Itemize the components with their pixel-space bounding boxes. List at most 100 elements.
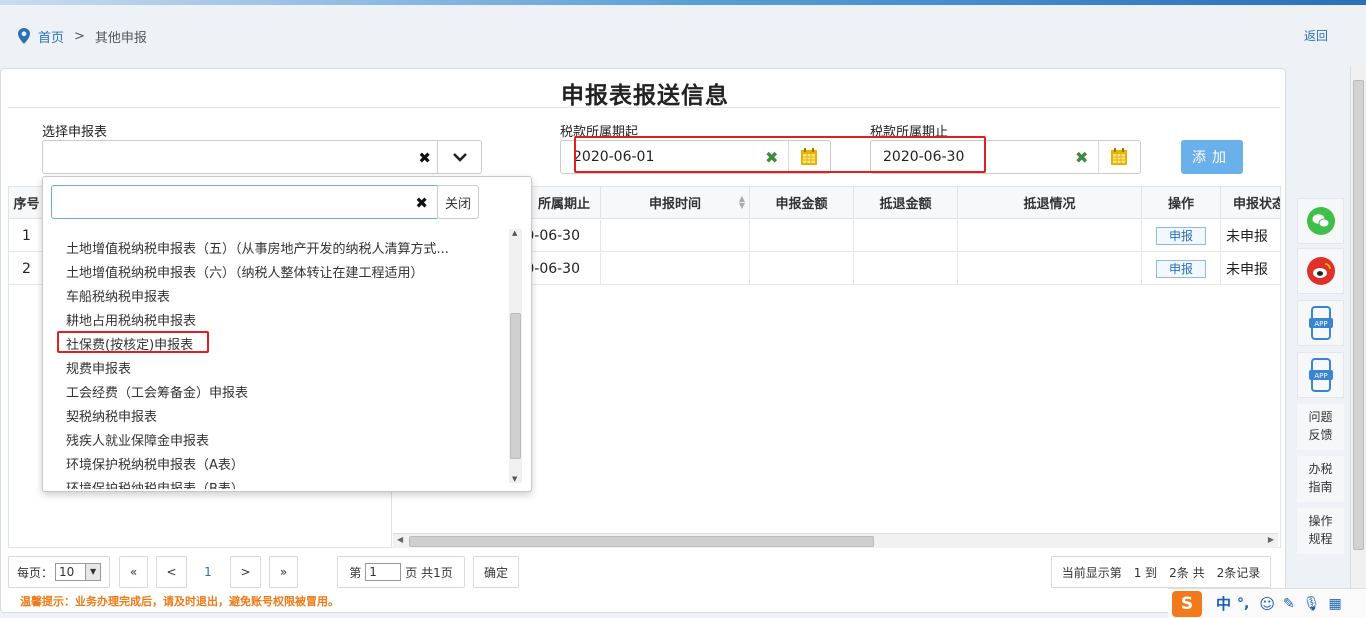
calendar-icon[interactable] bbox=[1111, 148, 1127, 165]
list-item[interactable]: 环境保护税纳税申报表（A表） bbox=[66, 454, 244, 473]
date-divider bbox=[1098, 141, 1099, 173]
time-cell bbox=[601, 253, 750, 285]
list-item[interactable]: 土地增值税纳税申报表（六）（纳税人整体转让在建工程适用） bbox=[66, 262, 424, 281]
dropdown-scroll-thumb[interactable] bbox=[510, 313, 521, 459]
mobile-app-icon: APP bbox=[1308, 358, 1333, 392]
page-input[interactable]: 1 bbox=[365, 563, 402, 581]
prev-page-button[interactable]: < bbox=[156, 556, 187, 588]
sort-icon[interactable]: ▲ ▼ bbox=[739, 195, 745, 210]
dropdown-scrollbar[interactable]: ▲ ▼ bbox=[509, 229, 522, 483]
tax-guide-link[interactable]: 办税 指南 bbox=[1297, 456, 1344, 502]
per-page-select[interactable]: 10 ▼ bbox=[55, 563, 102, 581]
list-item[interactable]: 残疾人就业保障金申报表 bbox=[66, 430, 209, 449]
first-page-button[interactable]: « bbox=[119, 556, 148, 588]
weibo-icon bbox=[1306, 257, 1335, 285]
item-highlight-box bbox=[57, 331, 209, 353]
dropdown-toggle[interactable] bbox=[437, 141, 481, 173]
weibo-button[interactable] bbox=[1297, 248, 1344, 294]
clear-end-date-icon[interactable]: ✖ bbox=[1075, 148, 1088, 167]
per-page-control: 每页： 10 ▼ bbox=[8, 556, 110, 588]
page-vertical-scrollbar[interactable] bbox=[1350, 66, 1366, 618]
dropdown-list: 土地增值税纳税申报表（五）（从事房地产开发的纳税人清算方式... 土地增值税纳税… bbox=[43, 227, 513, 489]
top-banner bbox=[0, 0, 1366, 5]
ime-mode-toggle[interactable]: 中 bbox=[1216, 593, 1231, 614]
confirm-page-button[interactable]: 确定 bbox=[473, 556, 519, 588]
breadcrumb-home-link[interactable]: 首页 bbox=[38, 27, 64, 46]
back-link[interactable]: 返回 bbox=[1304, 27, 1328, 44]
location-pin-icon bbox=[18, 28, 30, 44]
next-page-button[interactable]: > bbox=[230, 556, 261, 588]
clear-selection-icon[interactable]: ✖ bbox=[418, 149, 431, 167]
time-cell bbox=[601, 220, 750, 252]
col-header-refund: 抵退金额 bbox=[854, 187, 958, 219]
wechat-button[interactable] bbox=[1297, 198, 1344, 244]
current-page-number[interactable]: 1 bbox=[193, 556, 223, 588]
col-header-operation: 操作 bbox=[1142, 187, 1221, 219]
report-dropdown-panel: ✖ 关闭 土地增值税纳税申报表（五）（从事房地产开发的纳税人清算方式... 土地… bbox=[42, 176, 532, 492]
col-header-time[interactable]: 申报时间 ▲ ▼ bbox=[601, 187, 750, 219]
list-item[interactable]: 环境保护税纳税申报表（B表） bbox=[66, 478, 244, 489]
amount-cell bbox=[750, 253, 854, 285]
list-item[interactable]: 车船税纳税申报表 bbox=[66, 286, 170, 305]
declare-button[interactable]: 申报 bbox=[1156, 259, 1206, 278]
operation-cell: 申报 bbox=[1142, 253, 1221, 285]
report-select[interactable]: ✖ bbox=[42, 140, 482, 174]
per-page-value: 10 bbox=[59, 565, 75, 579]
add-button[interactable]: 添加 bbox=[1181, 140, 1243, 174]
scroll-right-arrow-icon[interactable]: ▶ bbox=[1268, 535, 1274, 544]
sogou-logo-icon[interactable]: S bbox=[1172, 590, 1202, 617]
table-horizontal-scrollbar[interactable]: ◀ ▶ bbox=[393, 533, 1278, 548]
page-scroll-thumb[interactable] bbox=[1353, 80, 1364, 550]
microphone-icon[interactable]: 🎙 bbox=[1303, 596, 1321, 612]
operation-rules-link[interactable]: 操作 规程 bbox=[1297, 508, 1344, 554]
mobile-app-icon: APP bbox=[1308, 306, 1333, 340]
page-prefix: 第 bbox=[349, 565, 362, 580]
list-item[interactable]: 契税纳税申报表 bbox=[66, 406, 157, 425]
list-item[interactable]: 工会经费（工会筹备金）申报表 bbox=[66, 382, 248, 401]
status-cell: 未申报 bbox=[1221, 253, 1280, 285]
seq-cell: 2 bbox=[9, 253, 45, 285]
per-page-label: 每页： bbox=[17, 565, 54, 580]
operation-cell: 申报 bbox=[1142, 220, 1221, 252]
last-page-button[interactable]: » bbox=[269, 556, 298, 588]
handwriting-icon[interactable]: ✎ bbox=[1283, 596, 1295, 612]
app-badge-text: APP bbox=[1314, 372, 1327, 380]
warning-tip: 温馨提示：业务办理完成后，请及时退出，避免账号权限被冒用。 bbox=[20, 595, 339, 608]
chevron-down-icon bbox=[452, 153, 467, 162]
col-header-amount: 申报金额 bbox=[750, 187, 854, 219]
page-jump-control: 第 1 页 共1页 bbox=[337, 556, 465, 588]
clear-search-icon[interactable]: ✖ bbox=[415, 194, 428, 212]
refund-status-cell bbox=[958, 253, 1142, 285]
ime-toolbar: S 中 °, ☺ ✎ 🎙 ▦ bbox=[1168, 588, 1366, 618]
app-download-button-2[interactable]: APP bbox=[1297, 352, 1344, 398]
app-badge-text: APP bbox=[1314, 320, 1327, 328]
record-summary: 当前显示第 1 到 2条 共 2条记录 bbox=[1051, 556, 1271, 588]
app-download-button[interactable]: APP bbox=[1297, 300, 1344, 346]
scroll-down-arrow-icon[interactable]: ▼ bbox=[512, 475, 517, 483]
breadcrumb: 首页 > 其他申报 bbox=[18, 26, 147, 46]
select-arrow-icon[interactable]: ▼ bbox=[85, 564, 101, 580]
list-item[interactable]: 规费申报表 bbox=[66, 358, 131, 377]
seq-cell: 1 bbox=[9, 220, 45, 252]
breadcrumb-current: 其他申报 bbox=[94, 30, 147, 46]
col-header-time-label: 申报时间 bbox=[648, 197, 701, 212]
page-suffix: 页 共1页 bbox=[405, 565, 453, 580]
dropdown-close-button[interactable]: 关闭 bbox=[437, 185, 479, 219]
list-item[interactable]: 耕地占用税纳税申报表 bbox=[66, 310, 196, 329]
list-item[interactable]: 土地增值税纳税申报表（五）（从事房地产开发的纳税人清算方式... bbox=[66, 238, 449, 257]
ime-menu-icon[interactable]: ▦ bbox=[1329, 596, 1342, 612]
declare-button[interactable]: 申报 bbox=[1156, 226, 1206, 245]
feedback-link[interactable]: 问题 反馈 bbox=[1297, 404, 1344, 450]
punctuation-icon[interactable]: °, bbox=[1237, 596, 1249, 612]
refund-cell bbox=[854, 220, 958, 252]
title-divider bbox=[8, 107, 1280, 108]
emoji-icon[interactable]: ☺ bbox=[1259, 595, 1275, 613]
date-highlight-box bbox=[574, 136, 986, 173]
dropdown-search-input[interactable]: ✖ bbox=[51, 185, 439, 219]
seq-header: 序号 bbox=[9, 187, 45, 219]
scroll-up-arrow-icon[interactable]: ▲ bbox=[512, 229, 517, 237]
status-cell: 未申报 bbox=[1221, 220, 1280, 252]
scroll-left-arrow-icon[interactable]: ◀ bbox=[397, 535, 403, 544]
table-scroll-thumb[interactable] bbox=[409, 536, 874, 547]
amount-cell bbox=[750, 220, 854, 252]
